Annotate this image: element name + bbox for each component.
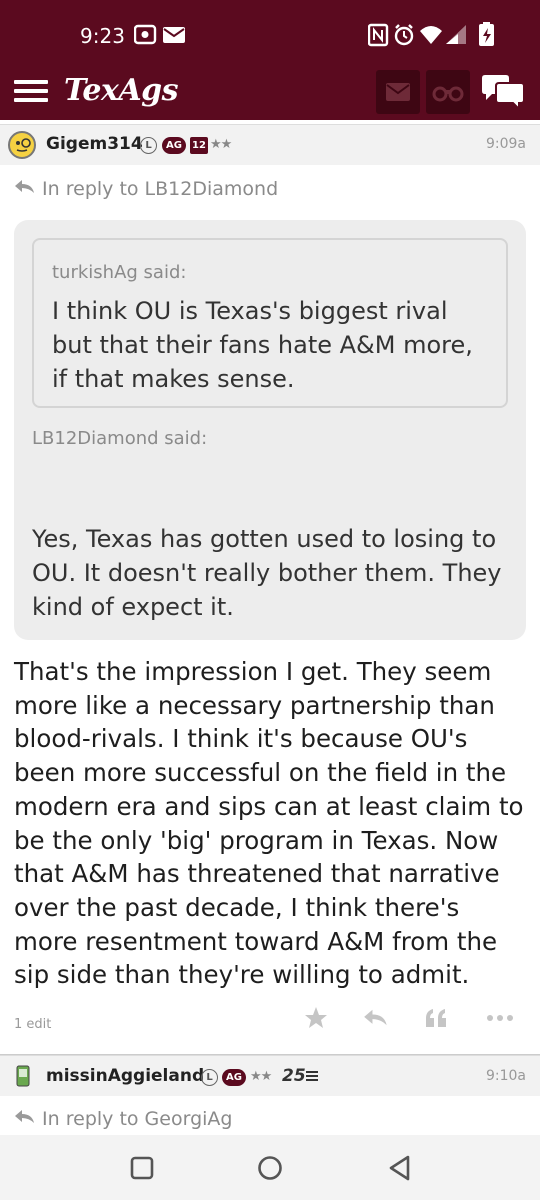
nested-quote: turkishAg said: I think OU is Texas's bi… <box>32 238 508 408</box>
edit-count[interactable]: 1 edit <box>14 1017 51 1032</box>
recents-icon[interactable] <box>130 1156 154 1180</box>
nested-quote-author: turkishAg said: <box>52 262 187 283</box>
reply-icon <box>364 1009 387 1026</box>
reply-to-text: In reply to LB12Diamond <box>42 178 279 200</box>
mobile-phone-icon <box>16 1065 30 1087</box>
rating-stars-2: ★★ <box>250 1069 272 1084</box>
ag-badge: AG <box>162 137 186 154</box>
stripes-icon <box>306 1071 318 1081</box>
status-time: 9:23 <box>80 24 125 48</box>
quote-icon <box>426 1009 446 1027</box>
chat-bubbles-icon <box>482 75 525 112</box>
ag-badge-2: AG <box>222 1069 246 1086</box>
more-dots-icon <box>487 1015 513 1021</box>
post-header: Gigem314 L AG 12 ★★ 9:09a <box>0 124 540 165</box>
envelope-icon <box>386 83 410 101</box>
brand-logo[interactable]: TexAgs <box>64 73 179 108</box>
cell-signal-icon <box>446 25 466 44</box>
nested-quote-text: I think OU is Texas's biggest rival but … <box>52 297 473 393</box>
wifi-icon <box>420 26 442 44</box>
years-badge: 25 <box>282 1066 306 1086</box>
messages-button[interactable] <box>376 70 420 114</box>
reply-to-link[interactable]: In reply to LB12Diamond <box>14 178 278 200</box>
post-header-2: missinAggieland L AG ★★ 25 9:10a <box>0 1055 540 1096</box>
more-button[interactable] <box>480 1000 520 1036</box>
binoculars-icon <box>432 86 464 102</box>
quote-block: turkishAg said: I think OU is Texas's bi… <box>14 220 526 640</box>
lifetime-badge: L <box>140 137 157 154</box>
back-icon[interactable] <box>388 1155 412 1181</box>
post-time-2[interactable]: 9:10a <box>486 1068 526 1084</box>
quote-text: Yes, Texas has gotten used to losing to … <box>32 525 502 621</box>
reply-to-text-2: In reply to GeorgiAg <box>42 1108 233 1130</box>
status-left-icons <box>133 24 186 50</box>
lifetime-badge-2: L <box>201 1069 218 1086</box>
post-time[interactable]: 9:09a <box>486 136 526 152</box>
watch-button[interactable] <box>426 70 470 114</box>
quote-author: LB12Diamond said: <box>32 428 208 449</box>
avatar[interactable] <box>8 131 36 159</box>
nfc-icon <box>367 23 389 47</box>
rating-stars: ★★ <box>210 137 232 152</box>
menu-icon[interactable] <box>14 80 48 102</box>
post-body: That's the impression I get. They seem m… <box>14 657 524 990</box>
status-right-icons <box>367 22 504 52</box>
reply-button[interactable] <box>356 1000 396 1036</box>
star-button[interactable] <box>296 1000 336 1036</box>
alarm-icon <box>394 24 414 46</box>
battery-icon <box>479 22 494 46</box>
reply-arrow-icon <box>15 180 34 193</box>
reply-arrow-icon <box>15 1110 34 1123</box>
monocle-face-icon <box>16 138 31 152</box>
quote-button[interactable] <box>416 1000 456 1036</box>
screen-record-icon <box>133 24 157 45</box>
username-2[interactable]: missinAggieland <box>46 1066 204 1086</box>
twelfth-man-badge: 12 <box>190 137 208 154</box>
chat-button[interactable] <box>480 74 526 116</box>
mail-notification-icon <box>163 27 185 43</box>
status-bar: 9:23 <box>0 0 540 70</box>
username[interactable]: Gigem314 <box>46 134 143 154</box>
reply-to-link-2[interactable]: In reply to GeorgiAg <box>14 1108 232 1130</box>
home-icon[interactable] <box>257 1155 283 1181</box>
star-icon <box>305 1007 327 1028</box>
system-nav-bar <box>0 1135 540 1200</box>
